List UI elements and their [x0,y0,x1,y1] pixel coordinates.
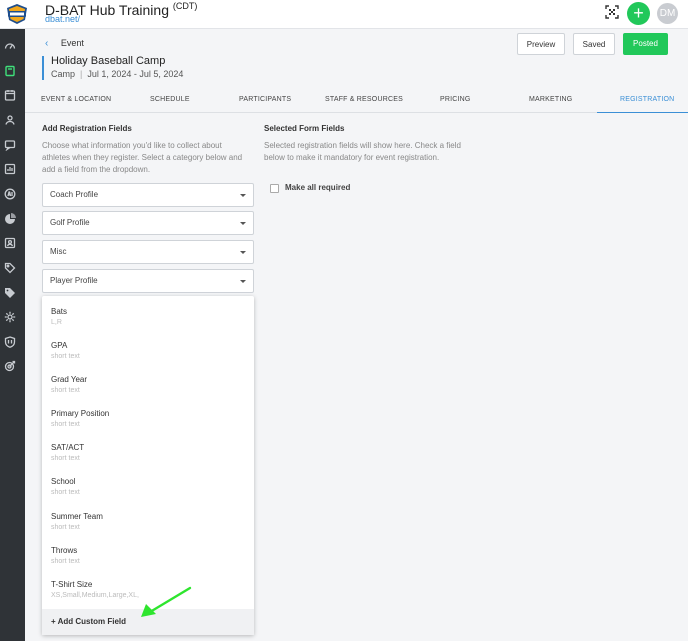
app-url-link[interactable]: dbat.net/ [45,14,80,24]
tags-icon[interactable] [4,287,16,299]
dropdown-label: Golf Profile [50,218,90,227]
saved-button[interactable]: Saved [573,33,615,55]
menu-item-type: L,R [51,319,62,326]
calendar-dollar-icon[interactable] [4,89,16,101]
menu-item[interactable]: School short text [51,477,246,496]
menu-item-label: GPA [51,341,68,350]
make-all-required-label: Make all required [285,183,351,192]
gear-icon[interactable] [4,311,16,323]
dbat-logo[interactable] [5,3,29,25]
misc-dropdown[interactable]: Misc [42,240,254,264]
menu-item-type: short text [51,489,80,496]
ai-icon[interactable] [4,188,16,200]
tab-marketing[interactable]: MARKETING [529,96,572,103]
menu-item-type: short text [51,455,80,462]
timezone-label: (CDT) [172,1,198,11]
quick-add-button[interactable]: + [627,2,650,25]
pie-icon[interactable] [4,213,16,225]
top-header: D-BAT Hub Training (CDT) dbat.net/ + DM [0,0,688,29]
chevron-left-icon: ‹ [45,38,49,49]
dashboard-icon[interactable] [4,40,16,52]
caret-down-icon [240,222,246,225]
menu-item[interactable]: T-Shirt Size XS,Small,Medium,Large,XL, [51,580,246,599]
menu-item-label: Throws [51,546,78,555]
shield-icon[interactable] [4,336,16,348]
menu-item-label: Grad Year [51,375,88,384]
chart-icon[interactable] [4,163,16,175]
preview-button[interactable]: Preview [517,33,565,55]
chat-icon[interactable] [4,139,16,151]
menu-item[interactable]: GPA short text [51,341,246,360]
id-card-icon[interactable] [4,237,16,249]
menu-item-type: short text [51,387,80,394]
coach-profile-dropdown[interactable]: Coach Profile [42,183,254,207]
event-accent-bar [42,56,44,80]
menu-item[interactable]: Bats L,R [51,307,246,326]
active-tab-indicator [597,112,688,113]
tab-registration[interactable]: REGISTRATION [620,96,674,103]
menu-item-label: SAT/ACT [51,443,85,452]
caret-down-icon [240,280,246,283]
event-subtitle: Camp | Jul 1, 2024 - Jul 5, 2024 [51,69,184,79]
menu-item-label: School [51,477,76,486]
menu-item-type: short text [51,353,80,360]
add-fields-description: Choose what information you'd like to co… [42,141,243,174]
event-title: Holiday Baseball Camp [51,55,166,67]
tab-schedule[interactable]: SCHEDULE [150,96,190,103]
menu-item-type: short text [51,524,80,531]
menu-item-label: Primary Position [51,409,110,418]
menu-item-type: short text [51,558,80,565]
caret-down-icon [240,251,246,254]
dropdown-label: Coach Profile [50,190,99,199]
golf-profile-dropdown[interactable]: Golf Profile [42,211,254,235]
tab-pricing[interactable]: PRICING [440,96,471,103]
menu-item-type: XS,Small,Medium,Large,XL, [51,592,139,599]
users-icon[interactable] [4,114,16,126]
menu-item-label: Summer Team [51,512,103,521]
menu-item[interactable]: Throws short text [51,546,246,565]
tag-icon[interactable] [4,262,16,274]
menu-item[interactable]: Summer Team short text [51,512,246,531]
caret-down-icon [240,194,246,197]
book-icon[interactable] [4,65,16,77]
player-profile-dropdown[interactable]: Player Profile [42,269,254,293]
event-dates: Jul 1, 2024 - Jul 5, 2024 [87,69,184,79]
tab-staff-resources[interactable]: STAFF & RESOURCES [325,96,403,103]
make-all-required-checkbox[interactable] [270,184,279,193]
tab-participants[interactable]: PARTICIPANTS [239,96,291,103]
event-tabs: EVENT & LOCATION SCHEDULE PARTICIPANTS S… [25,89,688,113]
dropdown-label: Player Profile [50,276,98,285]
add-custom-field-button[interactable]: + Add Custom Field [42,609,254,635]
menu-item-label: T-Shirt Size [51,580,93,589]
back-to-event-link[interactable]: ‹ Event [45,38,84,49]
menu-item-type: short text [51,421,80,428]
player-profile-menu: Bats L,R GPA short text Grad Year short … [42,296,254,635]
add-fields-title: Add Registration Fields [42,124,132,133]
back-label: Event [60,38,84,48]
left-sidebar [0,29,25,641]
menu-item[interactable]: Grad Year short text [51,375,246,394]
main-content: ‹ Event Holiday Baseball Camp Camp | Jul 1… [25,29,688,641]
menu-item[interactable]: SAT/ACT short text [51,443,246,462]
menu-item[interactable]: Primary Position short text [51,409,246,428]
dropdown-label: Misc [50,247,67,256]
menu-item-label: Bats [51,307,68,316]
posted-button[interactable]: Posted [623,33,668,55]
selected-fields-description: Selected registration fields will show h… [264,141,461,162]
event-type: Camp [51,69,76,79]
target-icon[interactable] [4,360,16,372]
selected-fields-title: Selected Form Fields [264,124,345,133]
user-avatar[interactable]: DM [657,3,678,24]
tab-event-location[interactable]: EVENT & LOCATION [41,96,111,103]
qr-scan-icon[interactable] [605,5,619,19]
